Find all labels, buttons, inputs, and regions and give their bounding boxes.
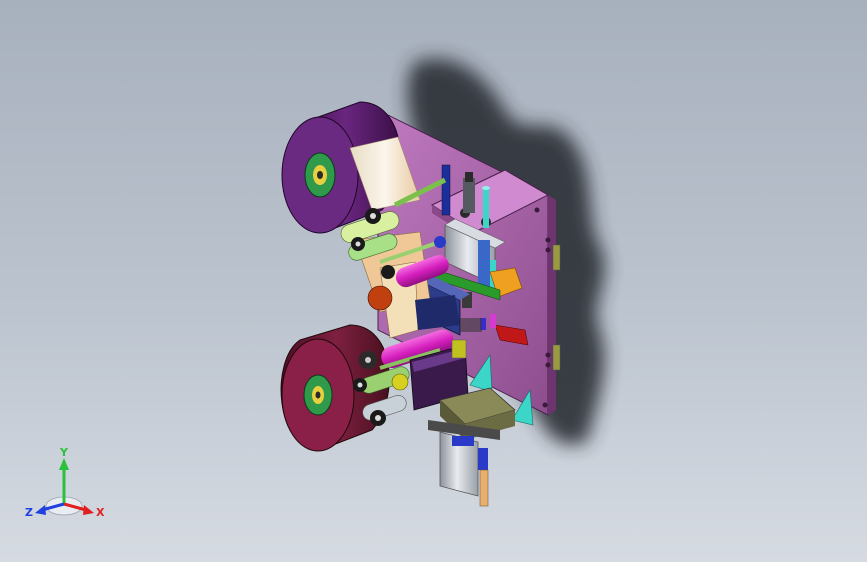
z-axis-label: Z: [25, 506, 33, 519]
orientation-triad: Y X Z: [25, 446, 105, 519]
lower-cylinder: [439, 431, 489, 507]
y-axis-label: Y: [59, 446, 69, 459]
x-axis-label: X: [96, 506, 105, 519]
peel-plate: [415, 295, 460, 330]
cad-viewport[interactable]: Y X Z: [0, 0, 867, 562]
assembly-model[interactable]: [0, 0, 867, 562]
